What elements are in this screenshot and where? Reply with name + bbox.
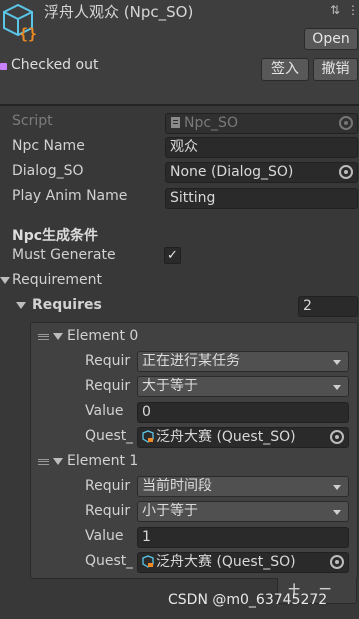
requires-size-field[interactable]: 2 (298, 296, 358, 317)
element-0-quest-field[interactable]: 泛舟大赛 (Quest_SO) (137, 427, 349, 448)
requirement-foldout-arrow[interactable] (0, 277, 10, 284)
element-0-value-label: Value (85, 403, 124, 419)
element-1-title[interactable]: Element 1 (67, 453, 138, 469)
element-0-compare-dropdown[interactable]: 大于等于 (137, 376, 349, 397)
watermark: CSDN @m0_63745272 (168, 592, 328, 608)
element-1-requirement-type-label: Requir (85, 478, 131, 494)
element-1-quest-field[interactable]: 泛舟大赛 (Quest_SO) (137, 552, 349, 573)
script-label: Script (12, 113, 53, 129)
element-1-quest-label: Quest_ (85, 553, 133, 569)
checkin-button[interactable]: 签入 (261, 58, 309, 81)
element-1-value-label: Value (85, 528, 124, 544)
script-file-icon (170, 116, 182, 129)
quest-so-icon (142, 430, 154, 443)
checked-out-icon (0, 63, 7, 70)
element-0-title[interactable]: Element 0 (67, 328, 138, 344)
script-field: Npc_SO (165, 113, 358, 134)
play-anim-name-label: Play Anim Name (12, 188, 128, 204)
element-0-foldout-arrow[interactable] (53, 333, 63, 340)
element-0-value-field[interactable]: 0 (137, 402, 349, 423)
object-picker-icon[interactable] (339, 165, 353, 179)
requires-foldout-arrow[interactable] (16, 302, 26, 309)
preset-icon[interactable]: ⇅ (330, 3, 340, 17)
object-picker-icon[interactable] (330, 430, 344, 444)
chevron-down-icon (333, 385, 341, 390)
dialog-so-label: Dialog_SO (12, 163, 84, 179)
scriptable-object-icon: {} (3, 3, 37, 42)
npc-name-label: Npc Name (12, 138, 85, 154)
element-1-foldout-arrow[interactable] (53, 458, 63, 465)
section-header: Npc生成条件 (12, 228, 99, 244)
element-0-quest-label: Quest_ (85, 428, 133, 444)
requirement-label[interactable]: Requirement (12, 272, 102, 288)
must-generate-label: Must Generate (12, 247, 116, 263)
svg-text:{}: {} (19, 25, 37, 42)
open-button[interactable]: Open (304, 28, 358, 50)
checked-out-status: Checked out (11, 57, 99, 73)
element-0-requirement-type-dropdown[interactable]: 正在进行某任务 (137, 351, 349, 372)
must-generate-checkbox[interactable]: ✓ (164, 247, 181, 264)
npc-name-field[interactable]: 观众 (165, 137, 358, 158)
undo-checkout-button[interactable]: 撤销 (313, 58, 358, 81)
play-anim-name-field[interactable]: Sitting (165, 188, 358, 209)
element-1-compare-dropdown[interactable]: 小于等于 (137, 501, 349, 522)
chevron-down-icon (333, 360, 341, 365)
asset-title: 浮舟人观众 (Npc_SO) (44, 3, 194, 21)
header-divider (0, 104, 359, 106)
drag-handle-icon[interactable] (38, 334, 49, 340)
element-0-compare-label: Requir (85, 378, 131, 394)
more-menu-icon[interactable]: ⋮ (347, 3, 359, 17)
chevron-down-icon (333, 485, 341, 490)
quest-so-icon (142, 555, 154, 568)
chevron-down-icon (333, 510, 341, 515)
drag-handle-icon[interactable] (38, 459, 49, 465)
element-0-requirement-type-label: Requir (85, 353, 131, 369)
element-1-value-field[interactable]: 1 (137, 527, 349, 548)
element-1-requirement-type-dropdown[interactable]: 当前时间段 (137, 476, 349, 497)
requires-label[interactable]: Requires (32, 297, 102, 313)
object-picker-icon (339, 116, 353, 130)
object-picker-icon[interactable] (330, 555, 344, 569)
element-1-compare-label: Requir (85, 503, 131, 519)
dialog-so-field[interactable]: None (Dialog_SO) (165, 162, 358, 183)
